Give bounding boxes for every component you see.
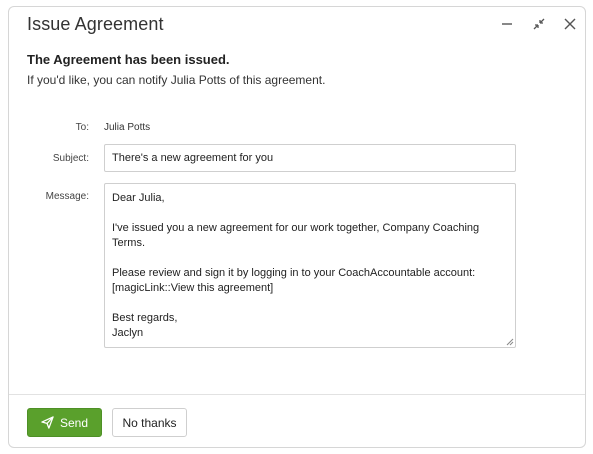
resize-grip-icon[interactable] (505, 337, 514, 346)
message-line: Dear Julia, (112, 192, 165, 204)
footer-divider (9, 394, 585, 395)
subject-label: Subject: (52, 153, 89, 164)
message-label: Message: (45, 191, 89, 202)
message-textarea[interactable]: Dear Julia, I've issued you a new agreem… (104, 183, 516, 348)
collapse-arrows-icon[interactable] (528, 13, 550, 35)
message-line: Jaclyn (112, 327, 144, 339)
to-label: To: (75, 122, 89, 133)
no-thanks-button[interactable]: No thanks (112, 408, 187, 437)
send-button-label: Send (59, 415, 89, 430)
paper-plane-icon (41, 416, 54, 429)
issued-headline: The Agreement has been issued. (27, 52, 230, 67)
issue-agreement-dialog: Issue Agreement The Agreement has been i… (8, 6, 586, 448)
dialog-title: Issue Agreement (27, 14, 164, 34)
message-line: Please review and sign it by logging in … (112, 267, 476, 279)
send-button[interactable]: Send (27, 408, 102, 437)
minimize-icon[interactable] (496, 13, 518, 35)
subject-input[interactable] (104, 144, 516, 172)
recipient-name: Julia Potts (104, 122, 151, 133)
notify-instructions: If you'd like, you can notify Julia Pott… (27, 73, 326, 87)
message-line: Best regards, (112, 312, 178, 324)
message-line: [magicLink::View this agreement] (112, 282, 274, 294)
message-line: Terms. (112, 237, 145, 249)
message-line: I've issued you a new agreement for our … (112, 222, 480, 234)
close-icon[interactable] (559, 13, 581, 35)
no-thanks-label: No thanks (122, 415, 177, 430)
